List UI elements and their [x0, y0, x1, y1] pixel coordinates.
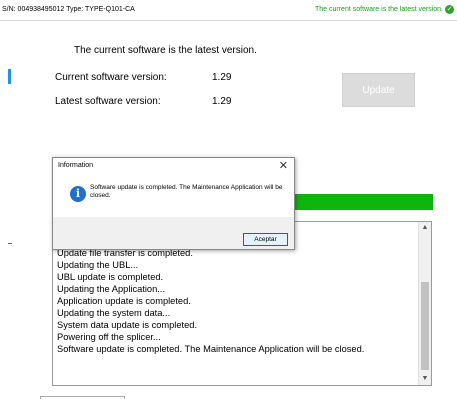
latest-version-value: 1.29	[212, 96, 232, 107]
log-line: UBL update is completed.	[57, 272, 164, 282]
dialog-footer: Aceptar	[53, 217, 294, 249]
accept-button[interactable]: Aceptar	[243, 233, 288, 246]
log-line: System data update is completed.	[57, 320, 198, 330]
log-line: Updating the UBL...	[57, 260, 139, 270]
left-divider	[8, 243, 12, 244]
dialog-message: Software update is completed. The Mainte…	[90, 184, 283, 199]
update-button[interactable]: Update	[342, 73, 415, 107]
scroll-down-icon[interactable]: ▼	[419, 373, 431, 385]
serial-type-text: S/N: 004938495012 Type: TYPE-Q101-CA	[2, 6, 135, 13]
title-bar: S/N: 004938495012 Type: TYPE-Q101-CA The…	[0, 0, 457, 21]
info-icon: i	[70, 186, 86, 202]
log-line: Powering off the splicer...	[57, 332, 161, 342]
log-lines: Update file transfer is completed. Updati…	[57, 247, 364, 355]
log-line: Application update is completed.	[57, 296, 191, 306]
dialog-title: Information	[58, 162, 94, 169]
left-accent-bar	[8, 69, 11, 84]
check-circle-icon: ✓	[445, 5, 454, 14]
scroll-up-icon[interactable]: ▲	[419, 222, 431, 234]
close-icon[interactable]: ✕	[279, 159, 288, 172]
log-line: Updating the Application...	[57, 284, 166, 294]
log-scrollbar[interactable]: ▲ ▼	[418, 222, 431, 385]
log-line: Software update is completed. The Mainte…	[57, 344, 365, 354]
information-dialog: Information ✕ i Software update is compl…	[52, 157, 295, 250]
latest-version-message: The current software is the latest versi…	[74, 45, 257, 56]
latest-version-label: Latest software version:	[55, 96, 161, 107]
scroll-thumb[interactable]	[421, 282, 429, 370]
log-line: Updating the system data...	[57, 308, 171, 318]
status-message: The current software is the latest versi…	[315, 6, 443, 13]
dialog-body: i Software update is completed. The Main…	[53, 175, 294, 217]
current-version-label: Current software version:	[55, 72, 167, 83]
current-version-value: 1.29	[212, 72, 232, 83]
